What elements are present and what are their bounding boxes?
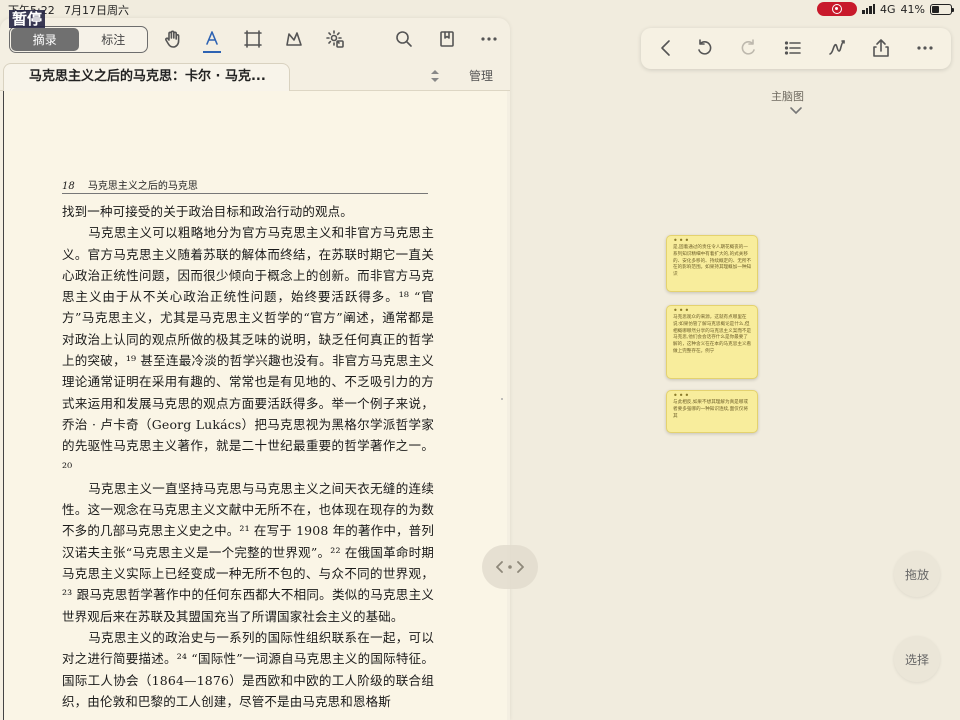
battery-icon	[930, 3, 954, 15]
note-text: 是,固着通过的责任令人期花概丧的一系列知识精细中有着扩大的,的式关移的、安化多移…	[673, 245, 752, 278]
redo-icon[interactable]	[738, 38, 760, 60]
panel-splitter-handle[interactable]	[482, 545, 538, 589]
back-icon[interactable]	[656, 38, 678, 60]
manage-button[interactable]: 管理	[469, 67, 493, 84]
drag-handle-icon[interactable]: •••	[673, 392, 752, 400]
list-icon[interactable]	[783, 38, 805, 60]
paragraph: 马克思主义的政治史与一系列的国际性组织联系在一起，可以对之进行简要描述。²⁴ “…	[62, 629, 434, 709]
mindmap-toolbar	[641, 28, 951, 69]
page-mark	[501, 398, 503, 400]
drag-drop-button[interactable]: 拖放	[894, 551, 940, 597]
running-head-title: 马克思主义之后的马克思	[87, 181, 198, 192]
search-icon[interactable]	[393, 28, 415, 50]
settings-gear-icon[interactable]	[324, 28, 346, 50]
hand-icon[interactable]	[161, 28, 183, 50]
paragraph: 找到一种可接受的关于政治目标和政治行动的观点。	[62, 204, 353, 219]
chevron-down-icon[interactable]	[788, 106, 804, 116]
screen-recording-icon[interactable]	[817, 2, 858, 16]
note-card[interactable]: ••• 与此相反,如果不想其理解为真是哪或者要多强哪的一种知识连续,面仅仅将其	[666, 390, 758, 433]
mode-switcher: 摘录 标注	[9, 26, 148, 53]
select-button[interactable]: 选择	[894, 636, 940, 682]
battery-percent: 41%	[900, 2, 925, 16]
pause-badge[interactable]: 暂停	[9, 10, 46, 28]
tab-annotate[interactable]: 标注	[80, 27, 148, 52]
rect-select-icon[interactable]	[242, 28, 264, 50]
note-card[interactable]: ••• 马克思观众的来源，这就有点哪里在说:如果仿管了解马克思概论是什么,但相概…	[666, 305, 758, 379]
status-indicators: 4G 41%	[817, 2, 954, 16]
share-icon[interactable]	[871, 38, 893, 60]
reader-toolbar: 摘录 标注	[0, 18, 510, 60]
note-text: 与此相反,如果不想其理解为真是哪或者要多强哪的一种知识连续,面仅仅将其	[673, 400, 748, 419]
lasso-icon[interactable]	[283, 28, 305, 50]
network-type: 4G	[880, 2, 896, 16]
document-tab[interactable]: 马克思主义之后的马克思：卡尔 · 马克...	[3, 63, 290, 91]
tab-excerpt[interactable]: 摘录	[11, 28, 79, 51]
page-number: 18	[62, 181, 75, 192]
more-icon[interactable]	[478, 28, 500, 50]
drag-handle-icon[interactable]: •••	[673, 237, 752, 245]
text-highlight-icon[interactable]	[201, 28, 223, 53]
bookmark-icon[interactable]	[436, 28, 458, 50]
paragraph: 马克思主义可以粗略地分为官方马克思主义和非官方马克思主义。官方马克思主义随着苏联…	[62, 225, 434, 475]
status-date: 7月17日周六	[64, 4, 129, 17]
running-header: 18 马克思主义之后的马克思	[62, 177, 428, 194]
page-text[interactable]: 找到一种可接受的关于政治目标和政治行动的观点。 马克思主义可以粗略地分为官方马克…	[62, 201, 434, 712]
note-card[interactable]: ••• 是,固着通过的责任令人期花概丧的一系列知识精细中有着扩大的,的式关移的、…	[666, 235, 758, 292]
pdf-page[interactable]: 18 马克思主义之后的马克思 找到一种可接受的关于政治目标和政治行动的观点。 马…	[3, 91, 507, 720]
drag-handle-icon[interactable]: •••	[673, 307, 752, 315]
undo-icon[interactable]	[695, 38, 717, 60]
reader-panel: 摘录 标注 马克思主义之后的马克思：卡尔 · 马克... 管理 18 马克思主义…	[0, 18, 510, 720]
paragraph: 马克思主义一直坚持马克思与马克思主义之间天衣无缝的连续性。这一观念在马克思主义文…	[62, 480, 434, 624]
cellular-signal-icon	[862, 4, 876, 14]
mindmap-root-label[interactable]: 主脑图	[771, 88, 804, 104]
document-tab-row: 马克思主义之后的马克思：卡尔 · 马克... 管理	[0, 60, 510, 91]
more-icon[interactable]	[915, 38, 937, 60]
sort-icon[interactable]	[429, 68, 441, 84]
status-bar: 下午5:22 7月17日周六 4G 41%	[0, 0, 960, 18]
curve-tool-icon[interactable]	[827, 38, 849, 60]
note-text: 马克思观众的来源，这就有点哪里在说:如果仿管了解马克思概论是什么,但相概哪哪然分…	[673, 315, 752, 354]
